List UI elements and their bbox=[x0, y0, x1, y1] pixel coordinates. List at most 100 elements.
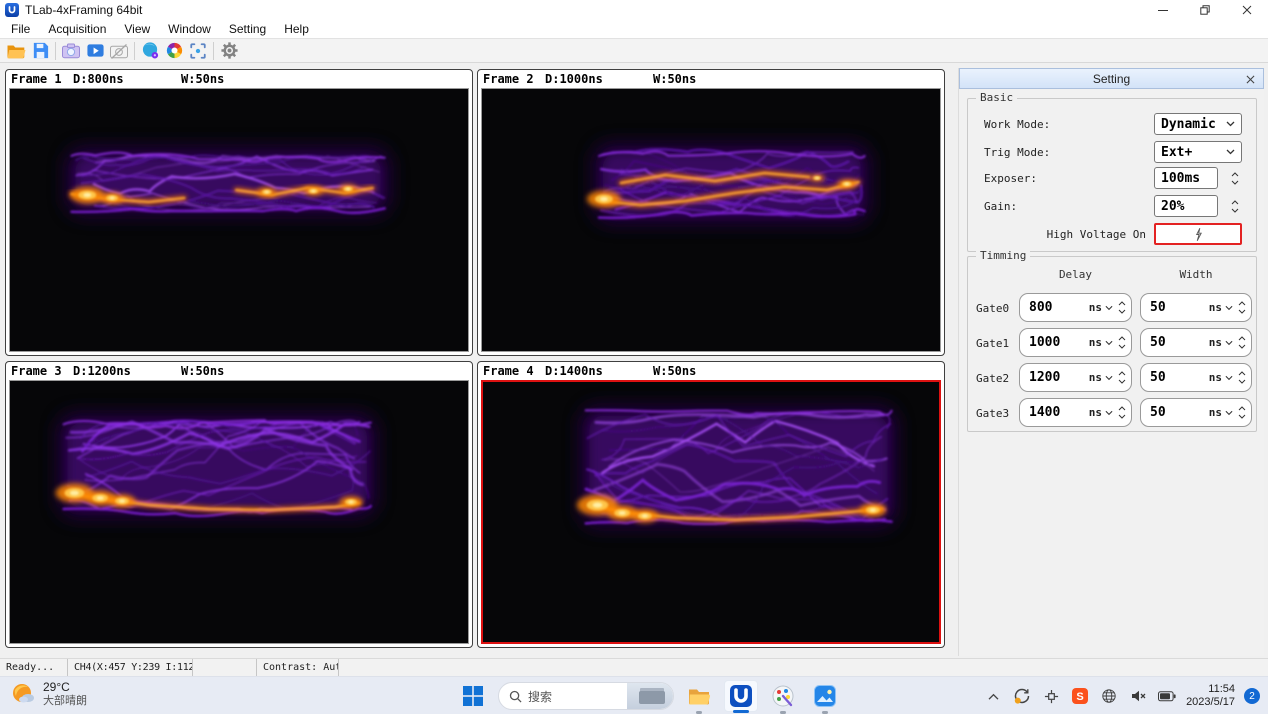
frame-1-image[interactable] bbox=[9, 88, 469, 352]
open-folder-icon[interactable] bbox=[4, 40, 28, 62]
frame-width: W:50ns bbox=[181, 364, 224, 378]
gate0-width-control[interactable]: 50 ns bbox=[1140, 293, 1252, 322]
menu-view[interactable]: View bbox=[115, 20, 159, 38]
spinner-arrows[interactable] bbox=[1228, 168, 1242, 188]
toolbar bbox=[0, 38, 1268, 63]
settings-panel-header[interactable]: Setting bbox=[959, 68, 1264, 89]
menu-help[interactable]: Help bbox=[275, 20, 318, 38]
frame-title: Frame 1 bbox=[11, 72, 73, 86]
gate-value: 1400 bbox=[1029, 405, 1089, 420]
exposer-value: 100ms bbox=[1161, 171, 1200, 186]
spinner-arrows[interactable] bbox=[1118, 336, 1126, 349]
spin-up-icon[interactable] bbox=[1231, 200, 1239, 205]
gate1-width-control[interactable]: 50 ns bbox=[1140, 328, 1252, 357]
gear-icon[interactable] bbox=[217, 40, 241, 62]
search-icon bbox=[509, 690, 522, 703]
gain-spinbox[interactable]: 20% bbox=[1154, 195, 1242, 217]
gate1-delay-control[interactable]: 1000 ns bbox=[1019, 328, 1132, 357]
titlebar: TLab-4xFraming 64bit bbox=[0, 0, 1268, 20]
chevron-down-icon[interactable] bbox=[1225, 340, 1233, 346]
spinner-arrows[interactable] bbox=[1238, 406, 1246, 419]
camera-icon[interactable] bbox=[59, 40, 83, 62]
gate-unit: ns bbox=[1209, 371, 1222, 384]
spin-down-icon[interactable] bbox=[1231, 208, 1239, 213]
frame-title: Frame 2 bbox=[483, 72, 545, 86]
frame-1-header: Frame 1 D:800ns W:50ns bbox=[6, 70, 472, 88]
chevron-down-icon[interactable] bbox=[1105, 305, 1113, 311]
chevron-down-icon[interactable] bbox=[1225, 305, 1233, 311]
menu-file[interactable]: File bbox=[2, 20, 39, 38]
gate-value: 50 bbox=[1150, 405, 1209, 420]
gate3-width-control[interactable]: 50 ns bbox=[1140, 398, 1252, 427]
taskbar-app-paint[interactable] bbox=[766, 680, 800, 712]
weather-widget[interactable]: 29°C 大部晴朗 bbox=[10, 680, 87, 708]
spin-up-icon[interactable] bbox=[1231, 172, 1239, 177]
taskbar-app-photos[interactable] bbox=[808, 680, 842, 712]
frame-2-image[interactable] bbox=[481, 88, 941, 352]
spinner-arrows[interactable] bbox=[1238, 301, 1246, 314]
tray-chevron-up-icon[interactable] bbox=[983, 686, 1003, 706]
spin-up-icon bbox=[1118, 336, 1126, 341]
minimize-button[interactable] bbox=[1142, 0, 1184, 20]
menu-acquisition[interactable]: Acquisition bbox=[39, 20, 115, 38]
menu-window[interactable]: Window bbox=[159, 20, 220, 38]
sphere-settings-icon[interactable] bbox=[138, 40, 162, 62]
spin-down-icon[interactable] bbox=[1231, 180, 1239, 185]
menu-setting[interactable]: Setting bbox=[220, 20, 275, 38]
start-button[interactable] bbox=[456, 680, 490, 712]
frame-4-image-selected[interactable] bbox=[481, 380, 941, 644]
width-column-header: Width bbox=[1140, 268, 1252, 281]
spinner-arrows[interactable] bbox=[1118, 406, 1126, 419]
delay-column-header: Delay bbox=[1019, 268, 1132, 281]
trig-mode-dropdown[interactable]: Ext+ bbox=[1154, 141, 1242, 163]
camera-off-icon[interactable] bbox=[107, 40, 131, 62]
status-contrast: Contrast: Auto bbox=[257, 659, 339, 676]
tray-remote-tool-icon[interactable] bbox=[1041, 686, 1061, 706]
taskbar-app-file-explorer[interactable] bbox=[682, 680, 716, 712]
spin-down-icon bbox=[1238, 414, 1246, 419]
gate-label: Gate1 bbox=[976, 337, 1009, 350]
chevron-down-icon[interactable] bbox=[1105, 340, 1113, 346]
spinner-arrows[interactable] bbox=[1228, 196, 1242, 216]
panel-close-icon[interactable] bbox=[1243, 72, 1258, 87]
search-placeholder: 搜索 bbox=[528, 688, 552, 705]
frame-3-image[interactable] bbox=[9, 380, 469, 644]
paint-icon bbox=[771, 684, 795, 708]
spinner-arrows[interactable] bbox=[1238, 336, 1246, 349]
chevron-down-icon[interactable] bbox=[1225, 375, 1233, 381]
search-input[interactable]: 搜索 bbox=[498, 682, 674, 710]
gate0-delay-control[interactable]: 800 ns bbox=[1019, 293, 1132, 322]
color-wheel-icon[interactable] bbox=[162, 40, 186, 62]
tray-clock[interactable]: 11:54 2023/5/17 bbox=[1186, 683, 1235, 709]
notification-badge[interactable]: 2 bbox=[1244, 688, 1260, 704]
frame-2-window: Frame 2 D:1000ns W:50ns bbox=[477, 69, 945, 356]
tray-network-globe-icon[interactable] bbox=[1099, 686, 1119, 706]
gate3-delay-control[interactable]: 1400 ns bbox=[1019, 398, 1132, 427]
spinner-arrows[interactable] bbox=[1118, 301, 1126, 314]
restore-button[interactable] bbox=[1184, 0, 1226, 20]
chevron-down-icon[interactable] bbox=[1105, 375, 1113, 381]
gate2-delay-control[interactable]: 1200 ns bbox=[1019, 363, 1132, 392]
exposer-spinbox[interactable]: 100ms bbox=[1154, 167, 1242, 189]
settings-panel: Setting Basic Work Mode: Dynamic Trig Mo… bbox=[958, 68, 1264, 656]
chevron-down-icon[interactable] bbox=[1105, 410, 1113, 416]
chevron-down-icon[interactable] bbox=[1225, 410, 1233, 416]
spinner-arrows[interactable] bbox=[1118, 371, 1126, 384]
tray-volume-muted-icon[interactable] bbox=[1128, 686, 1148, 706]
tray-battery-icon[interactable] bbox=[1157, 686, 1177, 706]
save-icon[interactable] bbox=[28, 40, 52, 62]
video-acquire-icon[interactable] bbox=[83, 40, 107, 62]
tray-update-sync-icon[interactable] bbox=[1012, 686, 1032, 706]
focus-icon[interactable] bbox=[186, 40, 210, 62]
high-voltage-button[interactable] bbox=[1154, 223, 1242, 245]
menubar: File Acquisition View Window Setting Hel… bbox=[0, 20, 1268, 38]
taskbar-app-tlab-active[interactable] bbox=[724, 680, 758, 712]
work-mode-dropdown[interactable]: Dynamic bbox=[1154, 113, 1242, 135]
gate2-width-control[interactable]: 50 ns bbox=[1140, 363, 1252, 392]
gate-unit: ns bbox=[1209, 406, 1222, 419]
tray-sogou-input-icon[interactable]: S bbox=[1070, 686, 1090, 706]
spinner-arrows[interactable] bbox=[1238, 371, 1246, 384]
close-button[interactable] bbox=[1226, 0, 1268, 20]
tray-time: 11:54 bbox=[1186, 683, 1235, 696]
spin-up-icon bbox=[1118, 406, 1126, 411]
